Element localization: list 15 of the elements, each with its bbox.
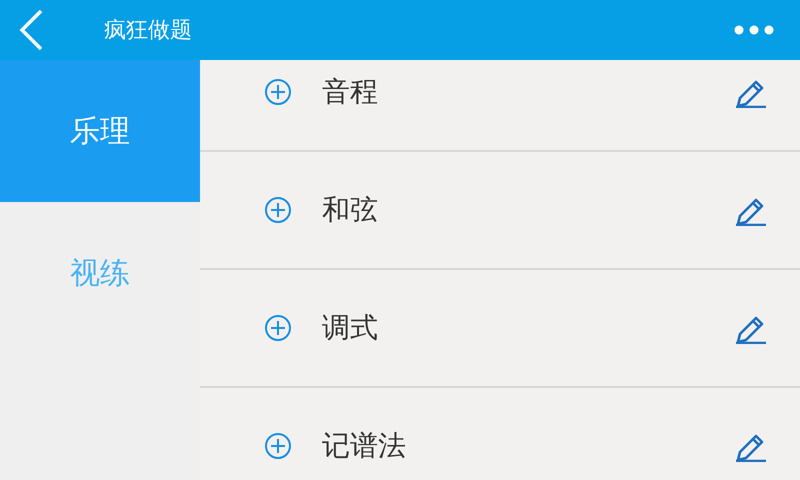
topic-row[interactable]: 音程 xyxy=(200,60,800,152)
topic-label: 调式 xyxy=(322,310,379,346)
expand-icon[interactable] xyxy=(264,432,292,460)
expand-icon[interactable] xyxy=(264,314,292,342)
topic-row[interactable]: 调式 xyxy=(200,270,800,388)
topic-label: 记谱法 xyxy=(322,428,407,464)
expand-icon[interactable] xyxy=(264,196,292,224)
topic-row[interactable]: 记谱法 xyxy=(200,388,800,480)
topic-label: 和弦 xyxy=(322,192,379,228)
more-icon[interactable] xyxy=(734,25,774,35)
topic-row[interactable]: 和弦 xyxy=(200,152,800,270)
header-title: 疯狂做题 xyxy=(104,17,193,45)
expand-icon[interactable] xyxy=(264,78,292,106)
topic-label: 音程 xyxy=(322,74,379,110)
back-icon[interactable] xyxy=(18,9,44,51)
